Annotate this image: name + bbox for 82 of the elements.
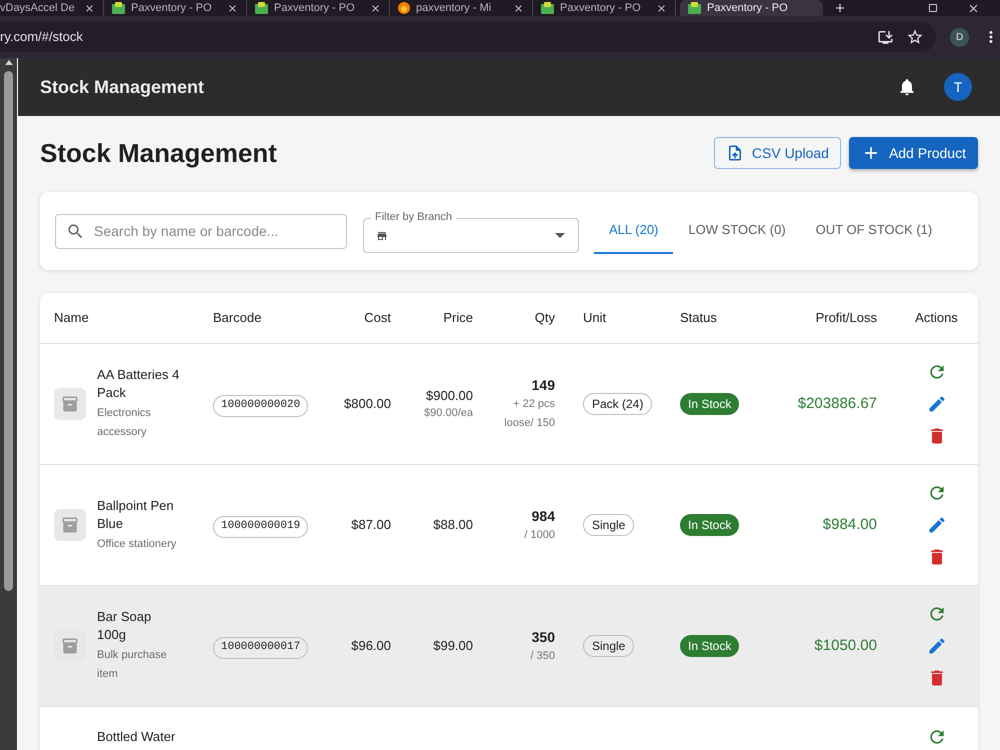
price-value: $88.00 [433, 516, 473, 534]
column-header: Actions [915, 310, 958, 325]
unit-chip: Single [583, 635, 634, 657]
close-tab-icon[interactable] [513, 2, 524, 14]
close-tab-icon[interactable] [84, 2, 95, 14]
status-chip: In Stock [680, 635, 740, 657]
new-tab-icon[interactable] [833, 1, 847, 15]
close-tab-icon[interactable] [227, 2, 238, 14]
quantity-detail: + 22 pcs loose/ 150 [503, 397, 555, 431]
package-favicon-icon [688, 2, 701, 14]
package-favicon-icon [541, 2, 554, 14]
unit-price: $90.00/ea [424, 406, 473, 421]
search-field[interactable]: Search by name or barcode... [55, 214, 347, 248]
edit-pencil-icon[interactable] [926, 515, 946, 535]
status-chip: In Stock [680, 514, 740, 536]
quantity-value: 350 [532, 628, 555, 646]
table-row[interactable]: Bar Soap 100g Bulk purchase item 100000000017 $96.00 $99.00 350 / 350 Single In Stock $1050.00 [40, 586, 978, 707]
column-header: Barcode [213, 310, 262, 325]
product-description: Bulk purchase item [97, 648, 168, 682]
product-name: AA Batteries 4 Pack [97, 366, 180, 402]
product-name: Ballpoint Pen Blue [97, 496, 175, 532]
quantity-detail: / 1000 [523, 528, 555, 542]
scroll-up-arrow-icon[interactable] [4, 60, 12, 65]
archive-box-icon [54, 509, 86, 541]
edit-pencil-icon[interactable] [926, 394, 946, 414]
product-name: Bar Soap 100g [97, 608, 152, 644]
status-chip: In Stock [680, 393, 740, 415]
column-header: Status [680, 310, 717, 325]
filter-tab[interactable]: LOW STOCK (0) [673, 208, 801, 254]
archive-box-icon [54, 388, 86, 420]
table-row[interactable]: AA Batteries 4 Pack Electronics accessory 100000000020 $800.00 $900.00 $90.00/ea 149 + 22 pcs loose/ 150 Pack (24) In Stock $203886.67 [40, 344, 978, 465]
table-row[interactable]: Bottled Water [40, 707, 978, 750]
quantity-value: 984 [532, 506, 555, 526]
product-name: Bottled Water [97, 728, 176, 746]
table-row[interactable]: Ballpoint Pen Blue Office stationery 100000000019 $87.00 $88.00 984 / 1000 Single In Stock $984.00 [40, 465, 978, 586]
cost-value: $96.00 [351, 638, 391, 653]
quantity-value: 149 [532, 376, 555, 395]
dropdown-caret-icon [555, 233, 565, 238]
maximize-icon[interactable] [927, 2, 939, 14]
column-header: Unit [583, 310, 606, 325]
profit-value: $984.00 [822, 516, 877, 533]
add-product-button[interactable]: Add Product [848, 137, 978, 169]
column-header: Price [443, 310, 473, 325]
search-icon [66, 222, 85, 240]
scrollbar-thumb[interactable] [4, 71, 13, 591]
package-favicon-icon [112, 2, 125, 14]
close-tab-icon[interactable] [370, 2, 381, 14]
unit-chip: Single [583, 514, 634, 536]
column-header: Qty [534, 310, 555, 325]
install-app-icon[interactable] [877, 28, 894, 46]
profile-avatar[interactable]: D [950, 28, 970, 46]
price-value: $900.00 [426, 387, 473, 405]
app-title: Stock Management [40, 76, 204, 99]
product-description: Office stationery [97, 536, 178, 552]
column-header: Cost [364, 310, 391, 325]
barcode-chip: 100000000017 [213, 636, 308, 659]
profit-value: $1050.00 [814, 637, 877, 654]
profit-value: $203886.67 [798, 395, 877, 412]
store-icon [376, 230, 388, 242]
filter-tab[interactable]: ALL (20) [594, 208, 674, 254]
cost-value: $800.00 [344, 396, 391, 411]
bookmark-star-icon[interactable] [906, 28, 924, 46]
cost-value: $87.00 [351, 517, 391, 532]
browser-tab[interactable]: Paxventory - PO [680, 0, 823, 16]
user-avatar[interactable]: T [944, 73, 972, 101]
price-value: $99.00 [433, 637, 473, 655]
edit-pencil-icon[interactable] [926, 636, 946, 656]
close-tab-icon[interactable] [656, 2, 667, 14]
column-header: Profit/Loss [816, 310, 877, 325]
unit-chip: Pack (24) [583, 393, 652, 415]
page-heading: Stock Management [40, 136, 277, 170]
package-favicon-icon [255, 2, 268, 14]
barcode-chip: 100000000020 [213, 394, 308, 417]
csv-upload-button[interactable]: CSV Upload [714, 137, 841, 169]
product-description: Electronics accessory [97, 406, 152, 440]
column-header: Name [54, 310, 89, 325]
quantity-detail: / 350 [530, 648, 555, 664]
archive-box-icon [54, 630, 86, 662]
address-bar[interactable]: ry.com/#/stock [0, 22, 936, 52]
barcode-chip: 100000000019 [213, 516, 308, 538]
circle-favicon-icon [398, 2, 410, 14]
filter-tab[interactable]: OUT OF STOCK (1) [800, 208, 948, 254]
